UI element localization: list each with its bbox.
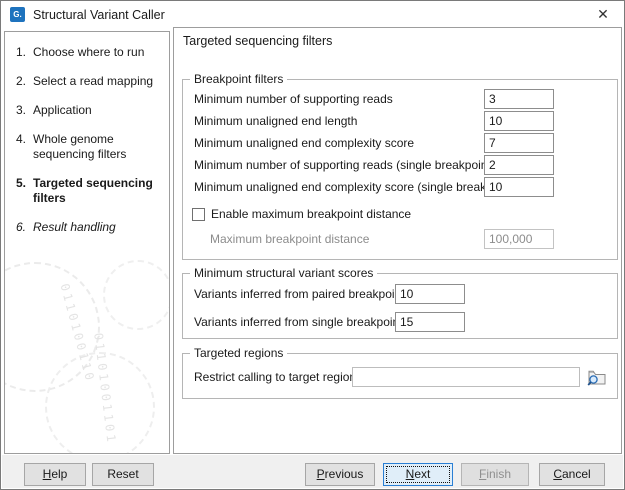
step-label: Choose where to run	[33, 45, 145, 59]
reset-button[interactable]: Reset	[92, 463, 154, 486]
field-row: Maximum breakpoint distance	[183, 228, 617, 250]
cancel-button[interactable]: Cancel	[539, 463, 605, 486]
finish-button: Finish	[461, 463, 529, 486]
group-breakpoint-filters: Breakpoint filters Minimum number of sup…	[182, 72, 618, 260]
step-label: Select a read mapping	[33, 74, 154, 88]
checkbox-row: Enable maximum breakpoint distance	[183, 206, 617, 222]
page-title: Targeted sequencing filters	[183, 34, 333, 48]
step-select-read-mapping: 2. Select a read mapping	[16, 74, 165, 89]
previous-button[interactable]: Previous	[305, 463, 375, 486]
min-unaligned-end-complexity-single-input[interactable]	[484, 177, 554, 197]
field-label: Minimum unaligned end complexity score (…	[194, 180, 517, 194]
field-row: Restrict calling to target regions	[183, 367, 617, 387]
min-score-paired-input[interactable]	[395, 284, 465, 304]
step-choose-where-to-run: 1. Choose where to run	[16, 45, 165, 60]
folder-search-icon[interactable]	[586, 367, 608, 387]
max-breakpoint-distance-input	[484, 229, 554, 249]
help-button[interactable]: Help	[24, 463, 86, 486]
watermark-spiral	[103, 260, 169, 330]
watermark-digits: 0110100110	[57, 282, 98, 385]
enable-max-breakpoint-distance-checkbox[interactable]	[192, 207, 205, 221]
field-label: Variants inferred from paired breakpoint…	[194, 287, 411, 301]
min-unaligned-end-length-input[interactable]	[484, 111, 554, 131]
watermark-digits: 01101001101	[91, 332, 119, 446]
step-application: 3. Application	[16, 103, 165, 118]
field-row: Minimum unaligned end complexity score (…	[183, 177, 617, 197]
field-label: Minimum unaligned end length	[194, 114, 358, 128]
field-row: Variants inferred from single breakpoint…	[183, 312, 617, 332]
step-label: Result handling	[33, 220, 116, 234]
group-targeted-regions: Targeted regions Restrict calling to tar…	[182, 346, 618, 399]
step-label: Whole genome sequencing filters	[33, 132, 127, 161]
title-bar: G. Structural Variant Caller ✕	[1, 1, 624, 28]
field-row: Minimum unaligned end complexity score	[183, 133, 617, 153]
group-title: Targeted regions	[190, 346, 288, 360]
step-result-handling: 6. Result handling	[16, 220, 165, 235]
step-whole-genome-filters: 4. Whole genome sequencing filters	[16, 132, 165, 162]
watermark-spiral	[45, 352, 155, 453]
wizard-steps-sidebar: 0110100110 01101001101 1. Choose where t…	[4, 31, 170, 454]
group-min-variant-scores: Minimum structural variant scores Varian…	[182, 266, 618, 339]
field-label: Minimum number of supporting reads (sing…	[194, 158, 495, 172]
field-row: Minimum number of supporting reads (sing…	[183, 155, 617, 175]
button-bar: Help Reset Previous Next Finish Cancel	[2, 455, 623, 488]
min-supporting-reads-input[interactable]	[484, 89, 554, 109]
step-label: Application	[33, 103, 92, 117]
watermark-spiral	[5, 262, 100, 392]
field-label: Minimum unaligned end complexity score	[194, 136, 415, 150]
field-row: Variants inferred from paired breakpoint…	[183, 284, 617, 304]
target-regions-input[interactable]	[352, 367, 580, 387]
close-icon[interactable]: ✕	[582, 1, 624, 28]
field-row: Minimum number of supporting reads	[183, 89, 617, 109]
window-title: Structural Variant Caller	[33, 7, 165, 22]
step-label: Targeted sequencing filters	[33, 176, 153, 205]
field-label: Variants inferred from single breakpoint…	[194, 315, 409, 329]
min-unaligned-end-complexity-input[interactable]	[484, 133, 554, 153]
field-label: Maximum breakpoint distance	[210, 232, 370, 246]
field-label: Restrict calling to target regions	[194, 370, 363, 384]
field-row: Minimum unaligned end length	[183, 111, 617, 131]
min-score-single-input[interactable]	[395, 312, 465, 332]
step-targeted-sequencing-filters: 5. Targeted sequencing filters	[16, 176, 165, 206]
checkbox-label: Enable maximum breakpoint distance	[211, 207, 412, 221]
group-title: Breakpoint filters	[190, 72, 288, 86]
app-icon: G.	[10, 7, 25, 22]
group-title: Minimum structural variant scores	[190, 266, 378, 280]
min-supporting-reads-single-input[interactable]	[484, 155, 554, 175]
dialog-window: G. Structural Variant Caller ✕ 011010011…	[0, 0, 625, 490]
field-label: Minimum number of supporting reads	[194, 92, 393, 106]
main-panel: Targeted sequencing filters Breakpoint f…	[173, 27, 622, 454]
next-button[interactable]: Next	[383, 463, 453, 486]
